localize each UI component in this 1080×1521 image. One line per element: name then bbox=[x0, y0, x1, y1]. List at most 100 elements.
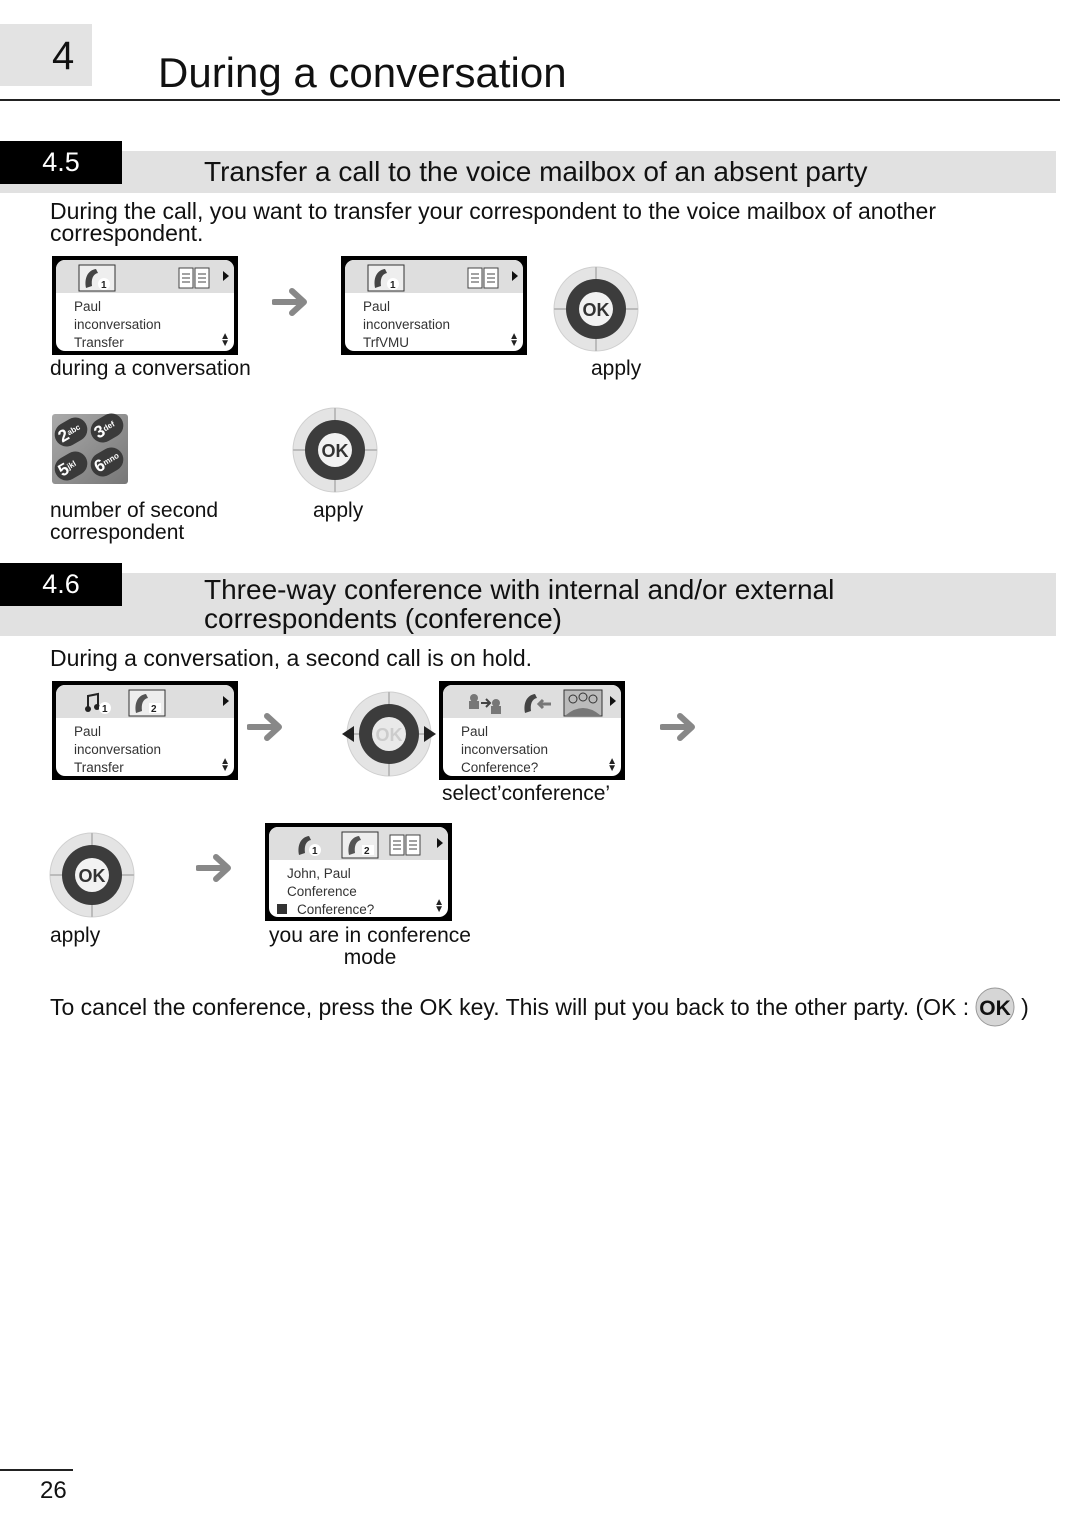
caption-line: number of second bbox=[50, 499, 219, 522]
note-text-close: ) bbox=[1021, 994, 1029, 1020]
note-text: To cancel the conference, press the OK k… bbox=[50, 994, 970, 1020]
ok-key-label: OK bbox=[79, 866, 106, 886]
screen-line-with-marker: Conference? bbox=[277, 901, 375, 917]
section-title: Three-way conference with internal and/o… bbox=[204, 575, 834, 633]
chapter-number-box bbox=[0, 24, 92, 86]
ok-key-icon[interactable]: OK bbox=[553, 266, 639, 352]
svg-text:2: 2 bbox=[364, 846, 370, 857]
key-letters: abc bbox=[65, 422, 82, 438]
scroll-updown-icon: ▲ ▼ bbox=[509, 331, 519, 349]
screen-line: Transfer bbox=[74, 335, 124, 350]
handset-line-1-icon: 1 bbox=[367, 264, 405, 292]
phone-screen: 1 Paul inconversation TrfVMU ▲ ▼ bbox=[341, 256, 527, 355]
section-number: 4.6 bbox=[0, 563, 122, 606]
ok-key-small-icon: OK bbox=[975, 987, 1015, 1027]
svg-text:OK: OK bbox=[979, 997, 1011, 1020]
phone-screen: 1 Paul inconversation Transfer ▲ ▼ bbox=[52, 256, 238, 355]
ok-key-label: OK bbox=[376, 725, 403, 745]
step-caption: apply bbox=[50, 924, 101, 947]
transfer-users-icon bbox=[469, 694, 501, 714]
caption-line: mode bbox=[343, 946, 397, 969]
keypad-icon[interactable]: 2abc 3def 5jkl 6mno bbox=[50, 409, 128, 485]
screen-line: Conference? bbox=[297, 902, 375, 917]
section-title-line: Three-way conference with internal and/o… bbox=[204, 574, 835, 605]
key-2: 2abc bbox=[50, 413, 92, 451]
selection-marker-icon bbox=[277, 904, 287, 914]
screen-line: Paul bbox=[461, 724, 489, 739]
svg-text:2: 2 bbox=[151, 704, 157, 715]
ok-key-label: OK bbox=[322, 441, 349, 461]
chapter-number: 4 bbox=[52, 34, 75, 78]
scroll-updown-icon: ▲ ▼ bbox=[607, 756, 617, 774]
scroll-updown-icon: ▲ ▼ bbox=[434, 897, 444, 915]
intro-line: During a conversation, a second call is … bbox=[50, 645, 533, 671]
svg-text:1: 1 bbox=[102, 704, 108, 715]
key-6: 6mno bbox=[86, 443, 128, 481]
footer-divider bbox=[0, 1469, 73, 1471]
phone-screen: 1 2 Paul inconversation Transfer ▲ ▼ bbox=[52, 681, 238, 780]
handset-back-icon bbox=[524, 694, 551, 713]
screen-line: Conference? bbox=[461, 760, 539, 775]
ok-key-icon[interactable]: OK bbox=[292, 407, 378, 493]
ok-key-icon[interactable]: OK bbox=[49, 832, 135, 918]
caption-line: correspondent bbox=[50, 521, 185, 544]
cancel-conference-note: To cancel the conference, press the OK k… bbox=[50, 987, 1029, 1027]
chapter-title: During a conversation bbox=[158, 49, 567, 96]
screen-line: inconversation bbox=[461, 742, 549, 757]
section-number: 4.5 bbox=[0, 141, 122, 184]
section-title-line: Transfer a call to the voice mailbox of … bbox=[204, 156, 868, 187]
phone-screen: Paul inconversation Conference? ▲ ▼ bbox=[439, 681, 625, 780]
intro-line: correspondent. bbox=[50, 220, 204, 246]
svg-text:1: 1 bbox=[312, 846, 318, 857]
handset-line-2-icon: 2 bbox=[341, 831, 379, 859]
caption-line: you are in conference bbox=[269, 924, 471, 947]
phone-screen: 1 2 John, Paul Conference Conference? ▲ ▼ bbox=[265, 823, 452, 921]
section-intro: During the call, you want to transfer yo… bbox=[50, 198, 936, 246]
step-caption: apply bbox=[591, 357, 642, 380]
key-3: 3def bbox=[86, 409, 128, 447]
section-title: Transfer a call to the voice mailbox of … bbox=[204, 156, 868, 187]
screen-line: inconversation bbox=[74, 742, 162, 757]
screen-line: Transfer bbox=[74, 760, 124, 775]
conference-group-icon bbox=[563, 689, 603, 717]
key-5: 5jkl bbox=[50, 447, 92, 485]
step-caption: number of second correspondent bbox=[50, 500, 218, 544]
next-arrow-icon bbox=[610, 696, 616, 706]
intro-line: During the call, you want to transfer yo… bbox=[50, 198, 936, 224]
arrow-right-icon bbox=[247, 713, 282, 741]
directory-icon bbox=[467, 267, 499, 289]
arrow-right-icon bbox=[660, 713, 695, 741]
scroll-updown-icon: ▲ ▼ bbox=[220, 756, 230, 774]
nav-left-right-key-icon[interactable]: OK bbox=[340, 690, 438, 778]
next-arrow-icon bbox=[512, 271, 518, 281]
music-hold-line-1-icon: 1 bbox=[85, 692, 111, 715]
screen-line: John, Paul bbox=[287, 866, 351, 881]
svg-text:1: 1 bbox=[101, 280, 107, 291]
arrow-right-icon bbox=[196, 854, 231, 882]
directory-icon bbox=[389, 834, 421, 856]
screen-line: TrfVMU bbox=[363, 335, 409, 350]
chapter-divider bbox=[0, 99, 1060, 101]
screen-line: Paul bbox=[74, 299, 102, 314]
next-arrow-icon bbox=[223, 696, 229, 706]
step-caption: during a conversation bbox=[50, 357, 251, 380]
section-title-line: correspondents (conference) bbox=[204, 603, 562, 634]
handset-line-2-icon: 2 bbox=[128, 689, 166, 717]
screen-line: Paul bbox=[363, 299, 391, 314]
step-caption: apply bbox=[313, 499, 364, 522]
key-letters: mno bbox=[101, 450, 121, 468]
next-arrow-icon bbox=[223, 271, 229, 281]
key-letters: def bbox=[101, 419, 117, 434]
scroll-updown-icon: ▲ ▼ bbox=[220, 331, 230, 349]
step-caption: you are in conference mode bbox=[260, 925, 480, 969]
page-number: 26 bbox=[40, 1477, 67, 1504]
screen-line: inconversation bbox=[363, 317, 451, 332]
step-caption: select’conference’ bbox=[442, 782, 611, 805]
directory-icon bbox=[178, 267, 210, 289]
svg-text:1: 1 bbox=[390, 280, 396, 291]
screen-line: Paul bbox=[74, 724, 102, 739]
screen-line: Conference bbox=[287, 884, 357, 899]
handset-line-1-icon: 1 bbox=[78, 264, 116, 292]
handset-line-1-icon: 1 bbox=[298, 836, 321, 857]
screen-line: inconversation bbox=[74, 317, 162, 332]
